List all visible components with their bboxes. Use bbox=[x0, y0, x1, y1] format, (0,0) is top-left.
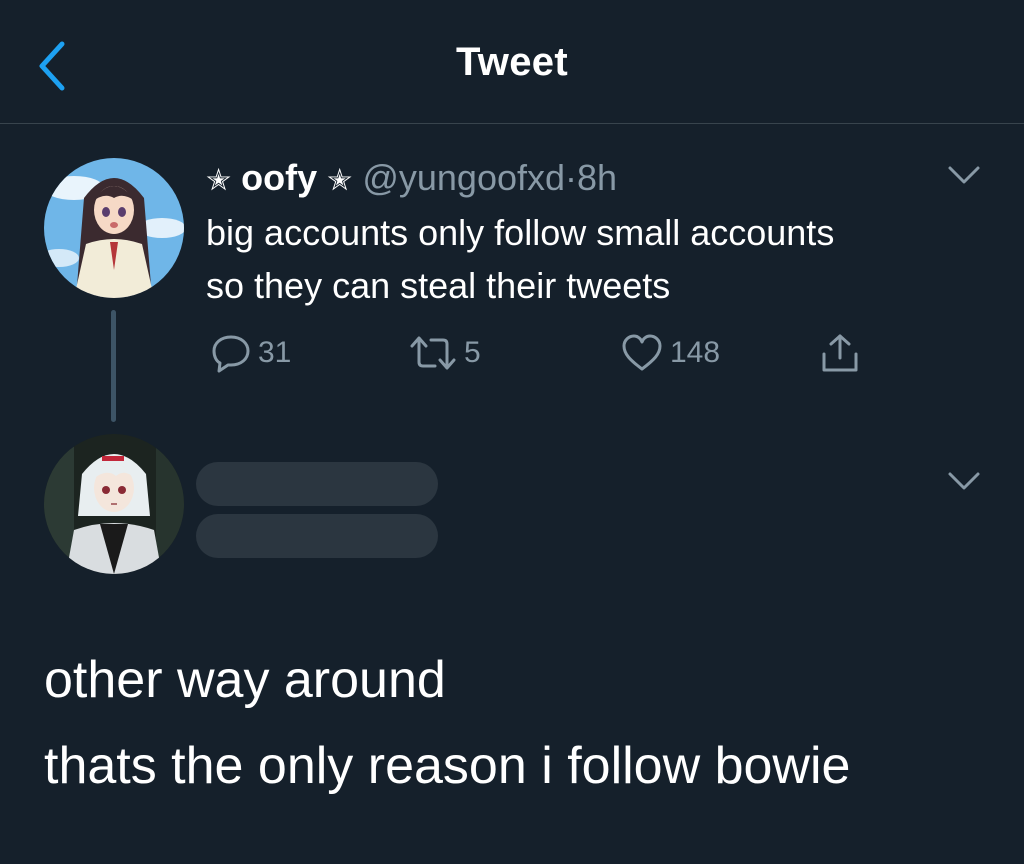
retweet-icon bbox=[410, 336, 456, 370]
like-count: 148 bbox=[670, 336, 721, 369]
like-button[interactable]: 148 bbox=[620, 332, 720, 374]
share-icon bbox=[822, 334, 858, 372]
avatar[interactable] bbox=[44, 434, 184, 574]
tweet-text-line: so they can steal their tweets bbox=[206, 265, 671, 306]
thread-connector-line bbox=[111, 310, 116, 422]
reply-button[interactable]: 31 bbox=[210, 332, 291, 374]
heart-icon bbox=[622, 334, 662, 371]
name-star-prefix: ✭ bbox=[206, 164, 232, 197]
retweet-button[interactable]: 5 bbox=[408, 332, 481, 374]
reply-icon bbox=[212, 335, 250, 373]
chevron-down-icon bbox=[948, 472, 980, 490]
tweet-menu-button[interactable] bbox=[944, 466, 984, 496]
tweet-author-line: ✭ oofy ✭ @yungoofxd·8h bbox=[206, 156, 617, 203]
redacted-handle bbox=[196, 514, 438, 558]
user-handle[interactable]: @yungoofxd bbox=[362, 157, 565, 198]
redacted-display-name bbox=[196, 462, 438, 506]
tweet-text-line: big accounts only follow small accounts bbox=[206, 212, 835, 253]
tweet-text: big accounts only follow small accounts … bbox=[206, 206, 976, 312]
tweet-timestamp[interactable]: 8h bbox=[577, 157, 617, 198]
page-title: Tweet bbox=[456, 40, 568, 84]
share-button[interactable] bbox=[818, 332, 862, 374]
tweet-menu-button[interactable] bbox=[944, 160, 984, 190]
reply-count: 31 bbox=[258, 336, 292, 369]
retweet-count: 5 bbox=[464, 336, 481, 369]
display-name[interactable]: oofy bbox=[241, 157, 317, 198]
name-star-suffix: ✭ bbox=[327, 164, 353, 197]
avatar[interactable] bbox=[44, 158, 184, 298]
chevron-down-icon bbox=[948, 166, 980, 184]
reply-text-line: other way around bbox=[44, 651, 446, 709]
top-bar: Tweet bbox=[0, 0, 1024, 124]
reply-text-line: thats the only reason i follow bowie bbox=[44, 737, 851, 795]
separator-dot: · bbox=[565, 157, 578, 198]
